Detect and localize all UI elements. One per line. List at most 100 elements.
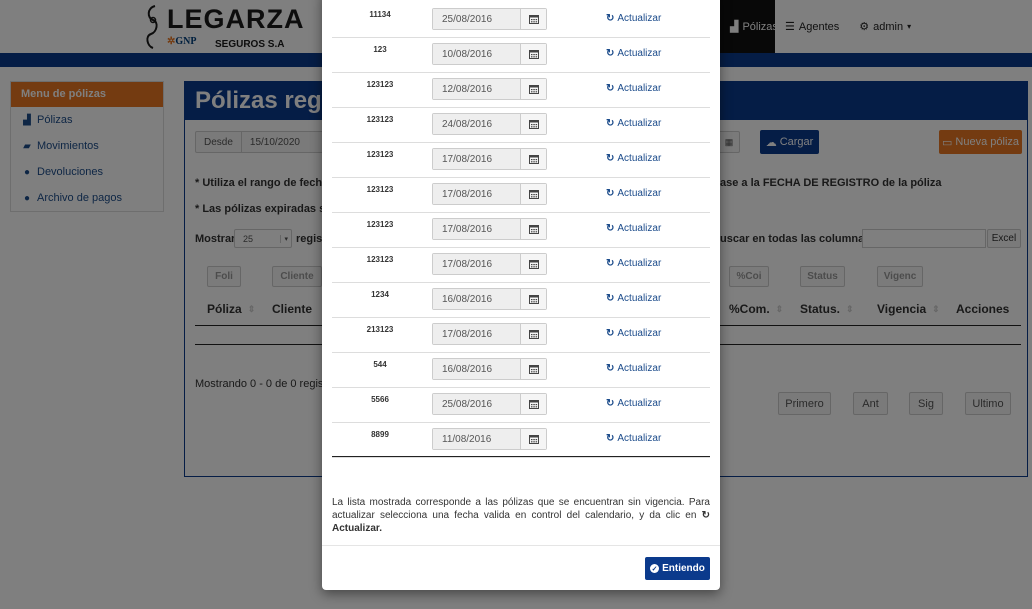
modal-note-text: La lista mostrada corresponde a las póli… — [332, 497, 710, 521]
date-picker[interactable]: 17/08/2016 — [432, 183, 547, 205]
calendar-icon — [528, 365, 539, 374]
calendar-icon — [528, 120, 539, 129]
policy-row: 123123 12/08/2016 ↻ Actualizar — [332, 73, 710, 108]
date-picker[interactable]: 17/08/2016 — [432, 218, 547, 240]
update-link[interactable]: ↻ Actualizar — [606, 118, 661, 129]
update-link[interactable]: ↻ Actualizar — [606, 398, 661, 409]
date-input[interactable]: 24/08/2016 — [433, 114, 521, 134]
refresh-icon: ↻ — [606, 328, 615, 339]
date-picker[interactable]: 25/08/2016 — [432, 8, 547, 30]
calendar-icon — [528, 295, 539, 304]
update-label: Actualizar — [617, 118, 662, 129]
date-input[interactable]: 17/08/2016 — [433, 219, 521, 239]
calendar-button[interactable] — [521, 9, 546, 29]
entiendo-button[interactable]: ✓ Entiendo — [645, 557, 710, 580]
list-bottom-line — [332, 456, 710, 457]
date-picker[interactable]: 12/08/2016 — [432, 78, 547, 100]
update-label: Actualizar — [617, 433, 662, 444]
date-picker[interactable]: 17/08/2016 — [432, 323, 547, 345]
date-picker[interactable]: 16/08/2016 — [432, 288, 547, 310]
expired-policies-modal: 11134 25/08/2016 ↻ Actualizar 123 10/08/2016 ↻… — [322, 0, 720, 590]
date-picker[interactable]: 11/08/2016 — [432, 428, 547, 450]
date-picker[interactable]: 16/08/2016 — [432, 358, 547, 380]
date-picker[interactable]: 25/08/2016 — [432, 393, 547, 415]
calendar-button[interactable] — [521, 79, 546, 99]
update-link[interactable]: ↻ Actualizar — [606, 83, 661, 94]
update-label: Actualizar — [617, 153, 662, 164]
calendar-button[interactable] — [521, 219, 546, 239]
update-link[interactable]: ↻ Actualizar — [606, 258, 661, 269]
policy-row: 544 16/08/2016 ↻ Actualizar — [332, 353, 710, 388]
policy-row: 123123 24/08/2016 ↻ Actualizar — [332, 108, 710, 143]
update-link[interactable]: ↻ Actualizar — [606, 153, 661, 164]
update-link[interactable]: ↻ Actualizar — [606, 188, 661, 199]
refresh-icon: ↻ — [606, 293, 615, 304]
refresh-icon: ↻ — [606, 188, 615, 199]
update-label: Actualizar — [617, 83, 662, 94]
calendar-button[interactable] — [521, 184, 546, 204]
policy-number: 544 — [373, 360, 387, 369]
update-link[interactable]: ↻ Actualizar — [606, 48, 661, 59]
policy-number: 123123 — [366, 115, 394, 124]
modal-note-strong: Actualizar. — [332, 523, 383, 534]
date-input[interactable]: 17/08/2016 — [433, 324, 521, 344]
calendar-icon — [528, 225, 539, 234]
calendar-icon — [528, 190, 539, 199]
date-picker[interactable]: 24/08/2016 — [432, 113, 547, 135]
calendar-icon — [528, 155, 539, 164]
policy-row: 5566 25/08/2016 ↻ Actualizar — [332, 388, 710, 423]
policy-number: 123123 — [366, 150, 394, 159]
update-link[interactable]: ↻ Actualizar — [606, 293, 661, 304]
update-link[interactable]: ↻ Actualizar — [606, 328, 661, 339]
update-label: Actualizar — [617, 223, 662, 234]
date-input[interactable]: 17/08/2016 — [433, 149, 521, 169]
policy-number: 1234 — [371, 290, 389, 299]
date-picker[interactable]: 10/08/2016 — [432, 43, 547, 65]
date-input[interactable]: 25/08/2016 — [433, 9, 521, 29]
calendar-button[interactable] — [521, 114, 546, 134]
calendar-button[interactable] — [521, 394, 546, 414]
calendar-icon — [528, 50, 539, 59]
update-label: Actualizar — [617, 398, 662, 409]
date-input[interactable]: 16/08/2016 — [433, 359, 521, 379]
update-link[interactable]: ↻ Actualizar — [606, 433, 661, 444]
refresh-icon: ↻ — [606, 83, 615, 94]
calendar-button[interactable] — [521, 44, 546, 64]
policy-number: 123 — [373, 45, 387, 54]
refresh-icon: ↻ — [606, 433, 615, 444]
entiendo-label: Entiendo — [662, 563, 705, 574]
check-circle-icon: ✓ — [650, 564, 660, 573]
policy-row: 1234 16/08/2016 ↻ Actualizar — [332, 283, 710, 318]
refresh-icon: ↻ — [606, 363, 615, 374]
date-input[interactable]: 11/08/2016 — [433, 429, 521, 449]
calendar-button[interactable] — [521, 289, 546, 309]
refresh-icon: ↻ — [606, 13, 615, 24]
calendar-icon — [528, 400, 539, 409]
calendar-button[interactable] — [521, 254, 546, 274]
update-link[interactable]: ↻ Actualizar — [606, 223, 661, 234]
date-input[interactable]: 10/08/2016 — [433, 44, 521, 64]
update-label: Actualizar — [617, 293, 662, 304]
date-input[interactable]: 17/08/2016 — [433, 184, 521, 204]
update-link[interactable]: ↻ Actualizar — [606, 363, 661, 374]
policy-row: 11134 25/08/2016 ↻ Actualizar — [332, 3, 710, 38]
date-input[interactable]: 16/08/2016 — [433, 289, 521, 309]
refresh-icon: ↻ — [606, 118, 615, 129]
date-input[interactable]: 17/08/2016 — [433, 254, 521, 274]
date-picker[interactable]: 17/08/2016 — [432, 148, 547, 170]
calendar-icon — [528, 330, 539, 339]
calendar-icon — [528, 260, 539, 269]
calendar-button[interactable] — [521, 359, 546, 379]
policy-number: 11134 — [369, 10, 391, 19]
update-link[interactable]: ↻ Actualizar — [606, 13, 661, 24]
calendar-button[interactable] — [521, 429, 546, 449]
calendar-button[interactable] — [521, 149, 546, 169]
date-input[interactable]: 25/08/2016 — [433, 394, 521, 414]
date-picker[interactable]: 17/08/2016 — [432, 253, 547, 275]
policy-number: 123123 — [366, 80, 394, 89]
update-label: Actualizar — [617, 188, 662, 199]
policy-row: 123123 17/08/2016 ↻ Actualizar — [332, 178, 710, 213]
date-input[interactable]: 12/08/2016 — [433, 79, 521, 99]
calendar-button[interactable] — [521, 324, 546, 344]
modal-note: La lista mostrada corresponde a las póli… — [332, 496, 710, 535]
